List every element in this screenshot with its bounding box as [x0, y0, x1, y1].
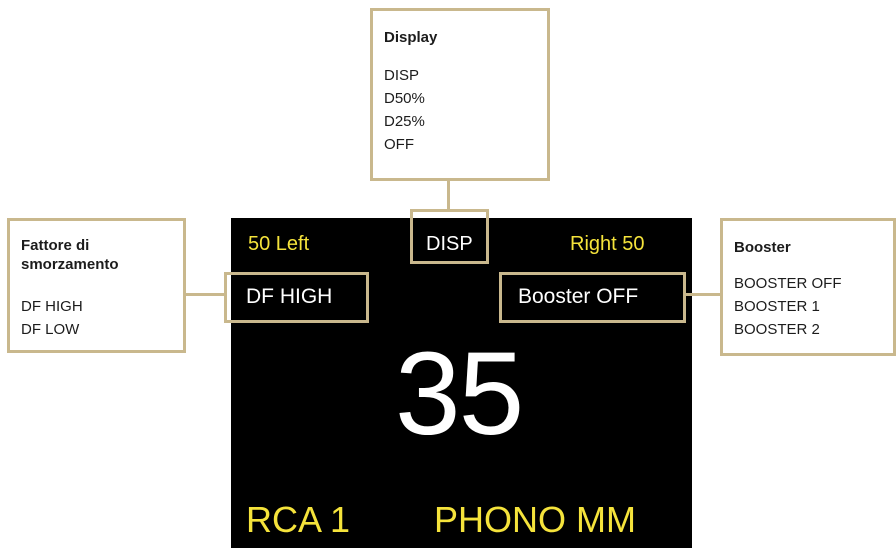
- input-mode-label: PHONO MM: [434, 499, 636, 540]
- display-callout: Display DISP D50% D25% OFF: [370, 8, 550, 181]
- balance-right-label: Right 50: [570, 233, 645, 255]
- display-options-list: DISP D50% D25% OFF: [384, 64, 425, 156]
- booster-option: BOOSTER 1: [734, 298, 820, 315]
- damping-factor-connector: [183, 293, 224, 296]
- display-option: OFF: [384, 136, 414, 153]
- booster-callout-title: Booster: [734, 239, 791, 256]
- damping-factor-options-list: DF HIGH DF LOW: [21, 295, 83, 341]
- display-callout-title: Display: [384, 29, 438, 46]
- display-connector: [447, 178, 450, 209]
- booster-option: BOOSTER OFF: [734, 275, 842, 292]
- booster-connector: [686, 293, 723, 296]
- display-option: D25%: [384, 113, 425, 130]
- input-name-label: RCA 1: [246, 499, 351, 540]
- display-mode-highlight: [410, 209, 489, 264]
- booster-options-list: BOOSTER OFF BOOSTER 1 BOOSTER 2: [734, 272, 842, 341]
- damping-factor-callout-title: Fattore di smorzamento: [21, 237, 119, 273]
- display-option: DISP: [384, 67, 420, 84]
- volume-value: 35: [395, 328, 524, 460]
- damping-factor-highlight: [224, 272, 369, 323]
- booster-highlight: [499, 272, 686, 323]
- damping-factor-option: DF LOW: [21, 321, 80, 338]
- booster-option: BOOSTER 2: [734, 321, 820, 338]
- booster-callout: Booster BOOSTER OFF BOOSTER 1 BOOSTER 2: [720, 218, 896, 356]
- damping-factor-option: DF HIGH: [21, 298, 83, 315]
- damping-factor-callout: Fattore di smorzamento DF HIGH DF LOW: [7, 218, 186, 353]
- display-option: D50%: [384, 90, 425, 107]
- balance-left-label: 50 Left: [248, 233, 310, 255]
